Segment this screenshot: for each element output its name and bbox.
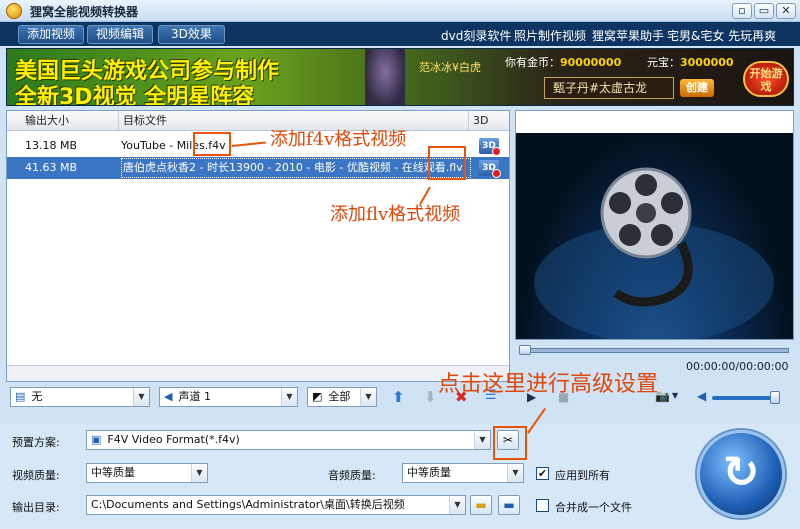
add-video-button[interactable]: 添加视频 <box>18 25 85 44</box>
main-toolbar: 添加视频 视频编辑 3D效果 dvd刻录软件 照片制作视频 狸窝苹果助手 宅男&… <box>0 22 800 46</box>
snapshot-dropdown-icon[interactable]: ▼ <box>672 391 678 400</box>
banner-create-button[interactable]: 创建 <box>680 79 714 97</box>
advanced-annotation: 点击这里进行高级设置 <box>438 372 659 397</box>
f4v-highlight-box <box>193 132 231 156</box>
crop-select[interactable]: ◩ 全部 ▼ <box>307 387 377 407</box>
seek-bar[interactable] <box>519 348 789 353</box>
audio-track-select[interactable]: ◀ 声道 1 ▼ <box>159 387 298 407</box>
advanced-highlight-box <box>493 426 527 460</box>
maximize-button[interactable]: ▭ <box>754 3 774 19</box>
preset-select[interactable]: ▣ F4V Video Format(*.f4v) ▼ <box>86 430 491 450</box>
open-folder-button[interactable]: ▬ <box>498 495 520 515</box>
column-3d[interactable]: 3D <box>469 111 509 131</box>
edit-video-button[interactable]: 视频编辑 <box>87 25 154 44</box>
window-title: 狸窝全能视频转换器 <box>30 5 139 19</box>
apply-all-label: 应用到所有 <box>555 469 610 482</box>
banner-subline: 全新3D视觉 全明星阵容 <box>15 85 255 106</box>
output-dir-label: 输出目录: <box>12 501 60 514</box>
volume-slider[interactable] <box>712 396 778 400</box>
audio-icon: ◀ <box>164 390 173 403</box>
film-reel-icon <box>534 167 774 343</box>
preset-label: 预置方案: <box>12 436 60 449</box>
convert-icon: ↻ <box>722 447 760 498</box>
close-button[interactable]: ✕ <box>776 3 796 19</box>
f4v-format-icon: ▣ <box>91 433 102 446</box>
preview-screen <box>516 133 793 343</box>
audio-quality-label: 音频质量: <box>328 469 376 482</box>
move-down-icon[interactable]: ⬇ <box>424 388 437 406</box>
title-bar: 狸窝全能视频转换器 ▫ ▭ ✕ <box>0 0 800 22</box>
3d-toggle-icon[interactable]: 3D <box>479 160 501 178</box>
3d-effect-button[interactable]: 3D效果 <box>158 25 225 44</box>
merge-label: 合并成一个文件 <box>555 501 632 514</box>
output-dir-select[interactable]: C:\Documents and Settings\Administrator\… <box>86 495 466 515</box>
volume-icon[interactable]: ◀ <box>697 389 706 403</box>
banner-gold: 你有金币：90000000 <box>505 56 622 69</box>
banner-name-field: 甄子丹#太虚古龙 <box>544 77 674 99</box>
banner-tag: 范冰冰¥白虎 <box>419 61 481 74</box>
volume-handle[interactable] <box>770 391 780 404</box>
open-folder-icon: ▬ <box>503 498 515 512</box>
game-banner-ad[interactable]: 美国巨头游戏公司参与制作 全新3D视觉 全明星阵容 范冰冰¥白虎 你有金币：90… <box>6 48 794 106</box>
subtitle-icon: ▤ <box>15 390 26 403</box>
folder-icon: ▬ <box>475 498 487 512</box>
flv-annotation: 添加flv格式视频 <box>330 204 461 225</box>
apply-all-checkbox[interactable]: ✔ <box>536 467 549 480</box>
banner-start-game-button[interactable]: 开始游戏 <box>743 61 789 97</box>
banner-yuanbao: 元宝：3000000 <box>647 56 734 69</box>
photo-video-link[interactable]: 照片制作视频 <box>514 27 586 44</box>
banner-character-image <box>365 49 405 105</box>
dvd-burn-link[interactable]: dvd刻录软件 <box>441 27 511 44</box>
column-output-size[interactable]: 输出大小 <box>21 111 119 131</box>
convert-button[interactable]: ↻ <box>697 430 785 518</box>
crop-icon: ◩ <box>312 390 323 403</box>
row-size: 13.18 MB <box>25 139 78 152</box>
file-list-header: 输出大小 目标文件 3D <box>7 111 509 131</box>
app-logo-icon <box>6 3 22 19</box>
minimize-button[interactable]: ▫ <box>732 3 752 19</box>
horizontal-scrollbar[interactable] <box>7 365 509 381</box>
row-target: 唐伯虎点秋香2 - 时长13900 - 2010 - 电影 - 优酷视频 - 在… <box>123 161 463 174</box>
play-game-link[interactable]: 宅男&宅女 先玩再爽 <box>667 27 776 44</box>
row-size: 41.63 MB <box>25 161 78 174</box>
audio-quality-select[interactable]: 中等质量 ▼ <box>402 463 524 483</box>
browse-folder-button[interactable]: ▬ <box>470 495 492 515</box>
merge-checkbox[interactable] <box>536 499 549 512</box>
f4v-annotation: 添加f4v格式视频 <box>270 129 407 150</box>
flv-highlight-box <box>428 146 466 180</box>
move-up-icon[interactable]: ⬆ <box>392 388 405 406</box>
playback-time: 00:00:00/00:00:00 <box>686 360 789 373</box>
subtitle-select[interactable]: ▤ 无 ▼ <box>10 387 150 407</box>
video-preview <box>515 110 794 343</box>
3d-toggle-icon[interactable]: 3D <box>479 138 501 156</box>
apple-helper-link[interactable]: 狸窝苹果助手 <box>592 27 664 44</box>
video-quality-select[interactable]: 中等质量 ▼ <box>86 463 208 483</box>
video-quality-label: 视频质量: <box>12 469 60 482</box>
seek-handle[interactable] <box>519 345 531 355</box>
